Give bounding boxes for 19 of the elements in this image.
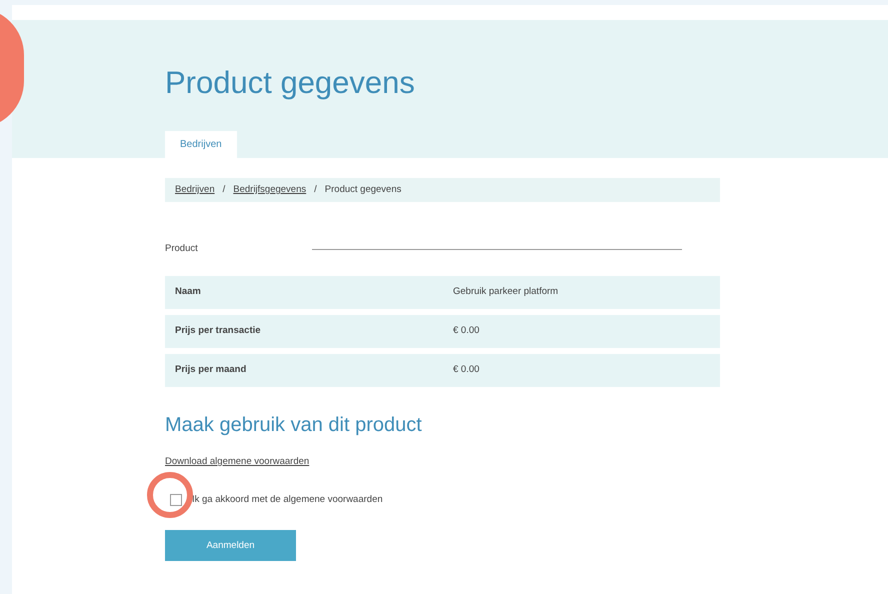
breadcrumb-separator: / [222, 182, 226, 197]
breadcrumb-current: Product gegevens [324, 182, 402, 197]
row-value: € 0.00 [453, 363, 480, 378]
checkbox[interactable] [170, 494, 182, 506]
row-value: Gebruik parkeer platform [453, 285, 558, 300]
checkbox-label: Ik ga akkoord met de algemene voorwaarden [192, 493, 383, 508]
product-label: Product [165, 242, 199, 256]
highlight-ring [147, 472, 193, 518]
row-label: Prijs per maand [174, 363, 248, 378]
section-title: Maak gebruik van dit product [165, 415, 422, 435]
page-title: Product gegevens [165, 67, 415, 98]
download-link[interactable]: Download algemene voorwaarden [165, 455, 310, 470]
tab[interactable]: Bedrijven [165, 131, 237, 158]
row-value: € 0.00 [453, 324, 480, 338]
breadcrumb-link[interactable]: Bedrijfsgegevens [233, 182, 306, 198]
row-label: Naam [174, 285, 202, 300]
breadcrumb-link[interactable]: Bedrijven [175, 182, 215, 198]
row-label: Prijs per transactie [174, 324, 262, 338]
breadcrumb-separator: / [314, 182, 317, 197]
